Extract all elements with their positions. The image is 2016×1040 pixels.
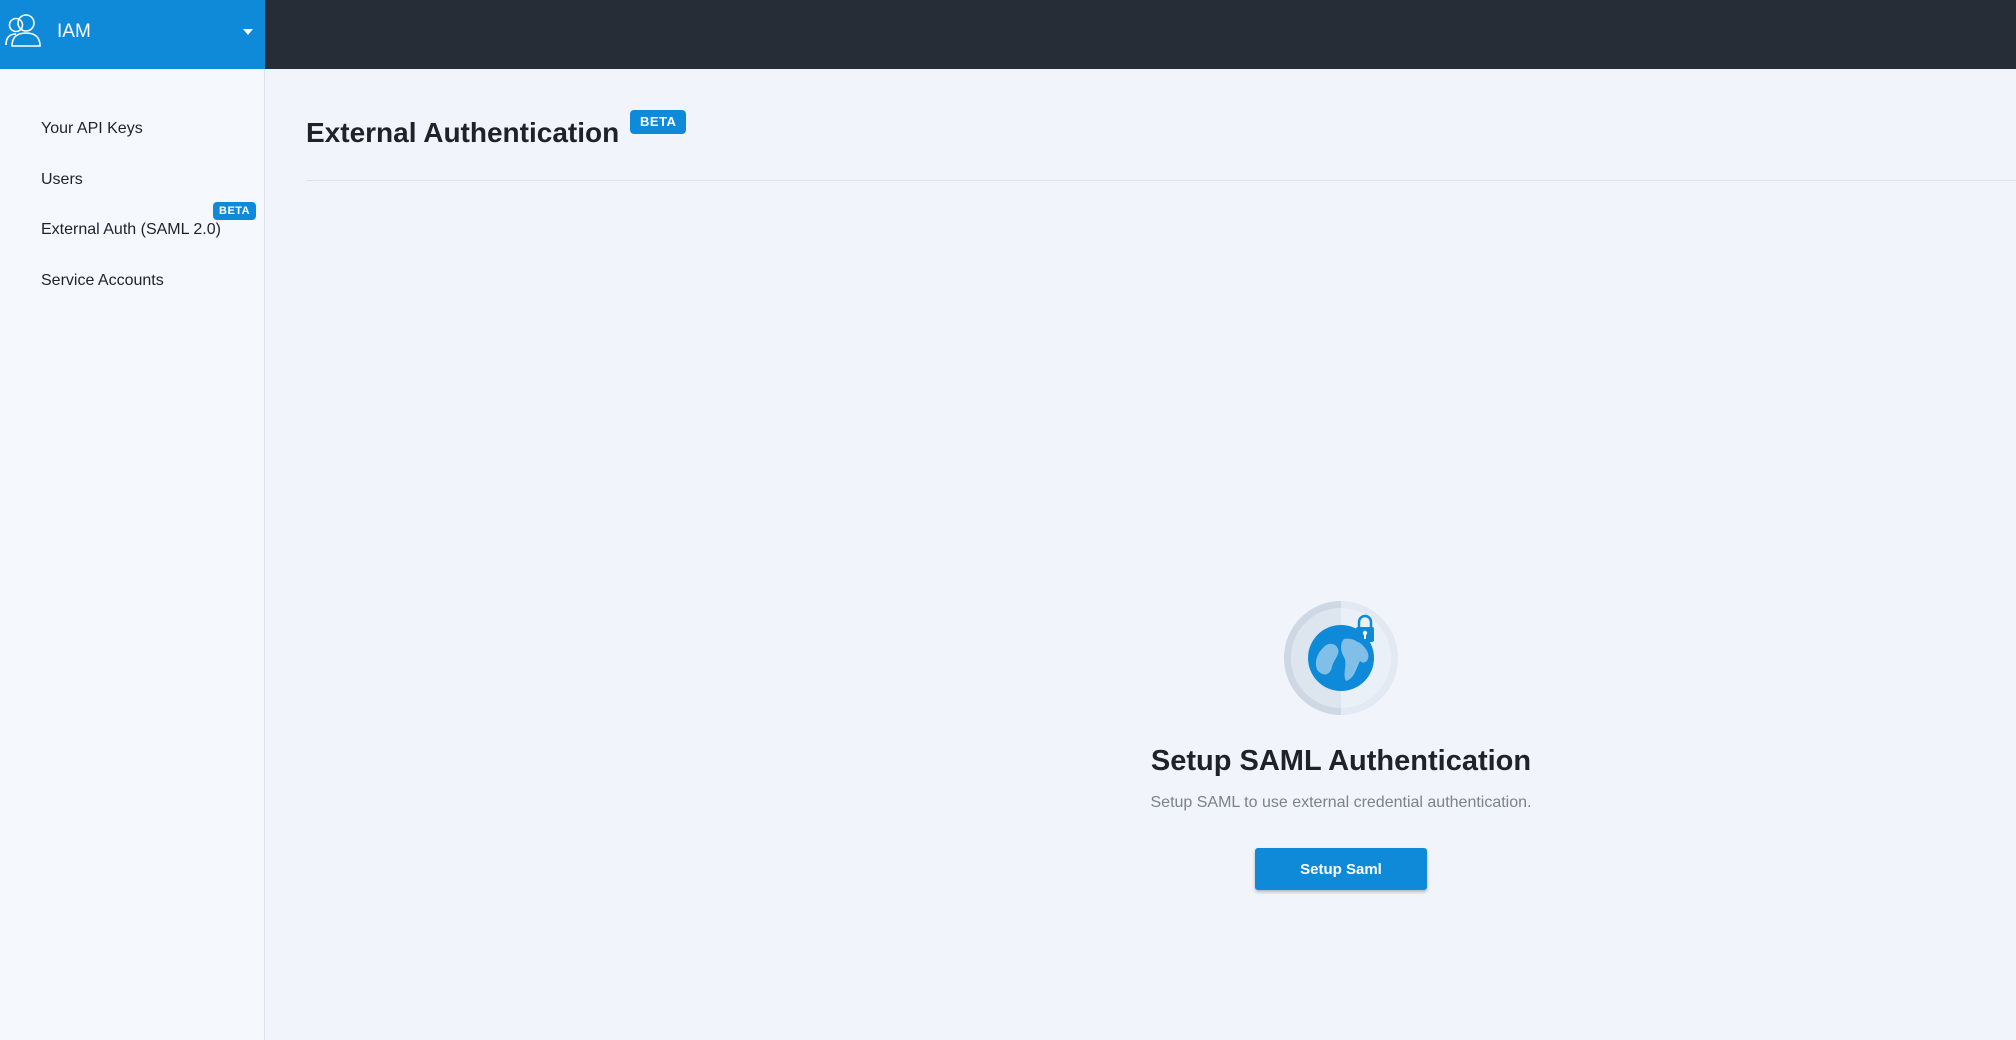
main-content: External Authentication BETA Setup SAML … — [266, 69, 2016, 1040]
caret-down-icon — [243, 29, 253, 35]
app-title: IAM — [57, 21, 91, 42]
empty-state-description: Setup SAML to use external credential au… — [1150, 794, 1532, 811]
beta-badge: BETA — [213, 202, 257, 220]
top-bar: IAM — [0, 0, 2016, 69]
title-beta-badge: BETA — [630, 110, 687, 134]
app-switcher[interactable]: IAM — [0, 0, 265, 69]
users-icon — [5, 14, 41, 47]
sidebar-item-external-auth[interactable]: External Auth (SAML 2.0) — [41, 220, 221, 240]
globe-lock-icon — [1284, 601, 1398, 715]
sidebar-item-api-keys[interactable]: Your API Keys — [41, 119, 143, 139]
setup-saml-button[interactable]: Setup Saml — [1255, 848, 1427, 890]
sidebar-item-users[interactable]: Users — [41, 170, 83, 190]
sidebar: Your API Keys Users External Auth (SAML … — [0, 69, 265, 1040]
sidebar-item-service-accounts[interactable]: Service Accounts — [41, 271, 164, 291]
empty-state-heading: Setup SAML Authentication — [1150, 745, 1532, 777]
page-title: External Authentication — [306, 117, 620, 148]
divider — [306, 180, 2016, 181]
